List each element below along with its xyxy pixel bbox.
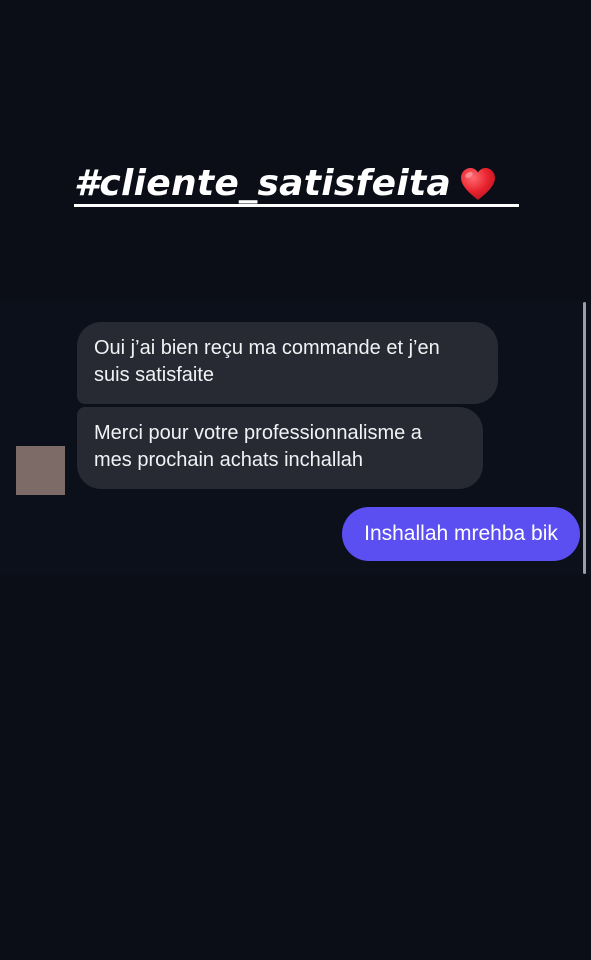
avatar[interactable]	[16, 446, 65, 495]
story-caption: #cliente_satisfeita	[74, 160, 519, 210]
scrollbar[interactable]	[583, 302, 586, 574]
incoming-message-1[interactable]: Oui j’ai bien reçu ma commande et j’en s…	[77, 322, 498, 404]
caption-underline	[74, 204, 519, 207]
outgoing-message[interactable]: Inshallah mrehba bik	[342, 507, 580, 561]
incoming-message-2[interactable]: Merci pour votre professionnalisme a mes…	[77, 407, 483, 489]
caption-text: #cliente_satisfeita	[74, 163, 452, 204]
heart-icon	[461, 168, 495, 200]
